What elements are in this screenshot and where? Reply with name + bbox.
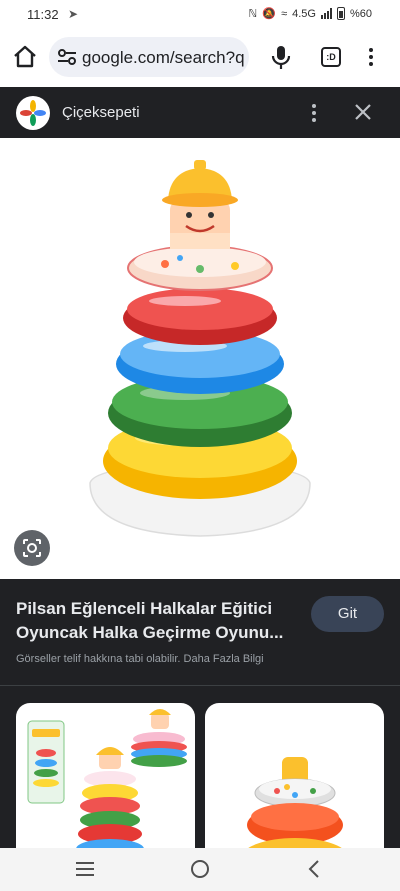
- related-image-card[interactable]: [205, 703, 384, 863]
- result-title-line2[interactable]: Oyuncak Halka Geçirme Oyunu...: [16, 621, 306, 645]
- home-icon: [14, 45, 36, 68]
- copyright-notice[interactable]: Görseller telif hakkına tabi olabilir. D…: [16, 653, 264, 665]
- status-time: 11:32: [27, 7, 59, 22]
- result-title[interactable]: Pilsan Eğlenceli Halkalar Eğitici Oyunca…: [16, 597, 306, 645]
- network-type: 4.5G: [292, 7, 316, 20]
- system-navigation-bar: [0, 848, 400, 891]
- signal-icon: [320, 8, 332, 19]
- home-circle-icon[interactable]: [188, 858, 212, 880]
- image-viewer-header: Çiçeksepeti: [0, 87, 400, 138]
- mute-icon: ℕ: [248, 8, 258, 20]
- status-bar: 11:32 ➤ ℕ 🔕 ≈ 4.5G %60: [0, 0, 400, 30]
- related-toy-image: [27, 709, 187, 859]
- result-info-panel: Pilsan Eğlenceli Halkalar Eğitici Oyunca…: [0, 579, 400, 686]
- related-images: [0, 686, 400, 863]
- source-name[interactable]: Çiçeksepeti: [62, 104, 140, 121]
- microphone-icon: [271, 46, 291, 69]
- url-text[interactable]: google.com/search?q: [82, 48, 245, 68]
- related-toy-image: [241, 757, 349, 863]
- battery-icon: [336, 7, 345, 20]
- battery-level: %60: [349, 7, 372, 20]
- browser-toolbar: google.com/search?q :D: [0, 30, 400, 87]
- address-bar[interactable]: google.com/search?q: [49, 37, 249, 77]
- tab-switcher-icon[interactable]: :D: [321, 47, 341, 67]
- stacking-rings-toy-image: [89, 160, 311, 537]
- home-button[interactable]: [12, 44, 38, 70]
- google-lens-icon[interactable]: [14, 530, 50, 566]
- visit-button[interactable]: Git: [311, 596, 384, 632]
- result-title-line1[interactable]: Pilsan Eğlenceli Halkalar Eğitici: [16, 597, 306, 621]
- status-icons: ℕ 🔕 ≈ 4.5G %60: [249, 7, 372, 20]
- viewer-more-icon[interactable]: [309, 102, 319, 124]
- back-icon[interactable]: [303, 858, 327, 880]
- navigation-arrow-icon: ➤: [68, 7, 79, 21]
- product-image[interactable]: [0, 138, 400, 579]
- related-image-card[interactable]: [16, 703, 195, 863]
- source-logo-icon[interactable]: [16, 96, 50, 130]
- silent-bell-icon: 🔕: [262, 8, 277, 20]
- more-vert-icon[interactable]: [365, 46, 377, 68]
- tune-icon[interactable]: [57, 48, 77, 66]
- wifi-call-icon: ≈: [281, 7, 288, 20]
- close-icon[interactable]: [353, 102, 373, 122]
- voice-search-button[interactable]: [270, 44, 292, 72]
- recents-icon[interactable]: [73, 858, 97, 880]
